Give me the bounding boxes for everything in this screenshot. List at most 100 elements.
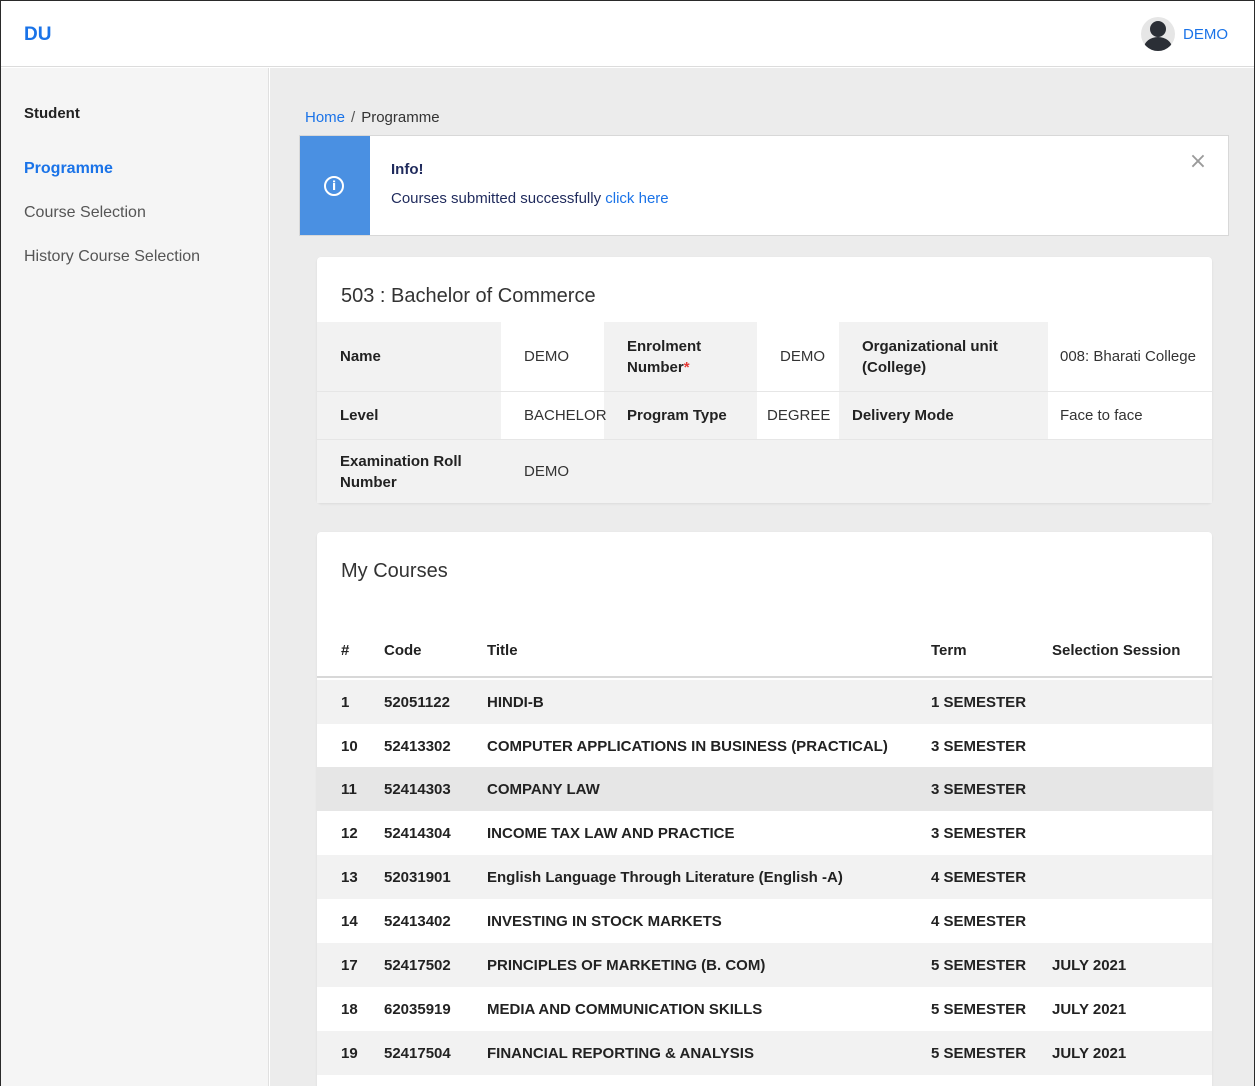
- cell-term: 4 SEMESTER: [931, 869, 1027, 886]
- cell-code: 52417502: [384, 957, 451, 974]
- field-label-org-unit: Organizational unit (College): [862, 337, 998, 376]
- avatar-icon: [1141, 17, 1175, 51]
- cell-code: 52414304: [384, 825, 451, 842]
- cell-title: INCOME TAX LAW AND PRACTICE: [487, 825, 735, 842]
- cell-code: 52031901: [384, 869, 451, 886]
- cell-title: FINANCIAL REPORTING & ANALYSIS: [487, 1045, 754, 1062]
- cell-code: 52414303: [384, 781, 451, 798]
- cell-num: 12: [341, 825, 358, 842]
- brand-logo[interactable]: DU: [24, 24, 51, 46]
- cell-title: PRINCIPLES OF MARKETING (B. COM): [487, 957, 766, 974]
- programme-title: 503 : Bachelor of Commerce: [341, 285, 596, 307]
- breadcrumb-home-link[interactable]: Home: [305, 109, 345, 126]
- table-row: 12 52414304 INCOME TAX LAW AND PRACTICE 3 S…: [317, 811, 1212, 855]
- programme-row: Examination Roll Number DEMO: [317, 439, 1212, 503]
- cell-term: 5 SEMESTER: [931, 957, 1027, 974]
- cell-title: HINDI-B: [487, 694, 544, 711]
- cell-title: INVESTING IN STOCK MARKETS: [487, 913, 722, 930]
- cell-title: MEDIA AND COMMUNICATION SKILLS: [487, 1001, 763, 1018]
- sidebar-item-history-course-selection[interactable]: History Course Selection: [24, 248, 200, 266]
- info-alert: i Info! Courses submitted successfully c…: [299, 135, 1229, 236]
- table-row: 10 52413302 COMPUTER APPLICATIONS IN BUSIN…: [317, 724, 1212, 768]
- table-row: 11 52414303 COMPANY LAW 3 SEMESTER: [317, 767, 1212, 811]
- programme-card: 503 : Bachelor of Commerce Name DEMO Enr…: [317, 257, 1212, 503]
- cell-title: English Language Through Literature (Eng…: [487, 869, 843, 886]
- table-row: 19 52417504 FINANCIAL REPORTING & ANALYSIS…: [317, 1031, 1212, 1075]
- enrolment-label-text: Enrolment Number: [627, 337, 702, 376]
- cell-num: 1: [341, 694, 350, 711]
- cell-num: 19: [341, 1045, 358, 1062]
- field-value-exam-roll: DEMO: [524, 463, 569, 480]
- courses-title: My Courses: [341, 560, 448, 582]
- programme-details-table: Name DEMO Enrolment Number* DEMO Organiz…: [317, 322, 1212, 503]
- user-menu[interactable]: DEMO: [1141, 16, 1228, 52]
- field-label-exam-roll: Examination Roll Number: [340, 452, 462, 491]
- cell-num: 11: [341, 781, 357, 798]
- programme-row: Name DEMO Enrolment Number* DEMO Organiz…: [317, 322, 1212, 391]
- cell-code: 52413302: [384, 738, 451, 755]
- col-header-title: Title: [487, 642, 518, 659]
- cell-session: JULY 2021: [1052, 1001, 1127, 1018]
- cell-code: 52051122: [384, 694, 450, 711]
- breadcrumb-separator: /: [351, 109, 356, 126]
- table-row: 17 52417502 PRINCIPLES OF MARKETING (B. CO…: [317, 943, 1212, 987]
- courses-table-header: # Code Title Term Selection Session: [317, 642, 1212, 678]
- programme-row: Level BACHELOR Program Type DEGREE Deliv…: [317, 391, 1212, 439]
- cell-term: 5 SEMESTER: [931, 1045, 1027, 1062]
- field-value-org-unit: 008: Bharati College: [1048, 322, 1212, 391]
- cell-title: COMPANY LAW: [487, 781, 600, 798]
- info-icon: i: [324, 176, 344, 196]
- cell-session: JULY 2021: [1052, 1045, 1127, 1062]
- field-label-level: Level: [340, 407, 379, 424]
- table-row: 13 52031901 English Language Through Liter…: [317, 855, 1212, 899]
- cell-num: 18: [341, 1001, 358, 1018]
- cell-term: 1 SEMESTER: [931, 694, 1027, 711]
- courses-card: My Courses # Code Title Term Selection S…: [317, 532, 1212, 1086]
- cell-num: 13: [341, 869, 358, 886]
- close-icon[interactable]: ×: [1188, 151, 1208, 173]
- field-value-delivery-mode: Face to face: [1048, 392, 1212, 439]
- cell-term: 4 SEMESTER: [931, 913, 1027, 930]
- cell-num: 17: [341, 957, 358, 974]
- breadcrumb-current: Programme: [361, 109, 440, 126]
- col-header-num: #: [341, 642, 350, 659]
- sidebar-item-programme[interactable]: Programme: [24, 160, 113, 178]
- field-value-level: BACHELOR: [501, 392, 607, 439]
- alert-message: Courses submitted successfully click her…: [391, 190, 669, 207]
- top-bar: DU DEMO: [1, 1, 1254, 67]
- table-row: 2012033903SOFT SKILLS5 SEMESTERJULY 2021: [317, 1075, 1212, 1086]
- sidebar-section-title: Student: [24, 105, 80, 122]
- field-label-program-type: Program Type: [627, 407, 727, 424]
- cell-title: COMPUTER APPLICATIONS IN BUSINESS (PRACT…: [487, 738, 888, 755]
- cell-term: 3 SEMESTER: [931, 825, 1027, 842]
- cell-num: 10: [341, 738, 358, 755]
- sidebar: Student Programme Course Selection Histo…: [1, 68, 269, 1086]
- main-content: Home / Programme i Info! Courses submitted…: [270, 68, 1254, 1086]
- field-value-enrolment: DEMO: [757, 322, 839, 391]
- cell-code: 52413402: [384, 913, 451, 930]
- field-label-enrolment: Enrolment Number*: [604, 336, 757, 378]
- field-value-program-type: DEGREE: [757, 392, 839, 439]
- field-label-name: Name: [340, 348, 381, 365]
- breadcrumb: Home / Programme: [305, 109, 440, 126]
- alert-click-here-link[interactable]: click here: [605, 190, 668, 207]
- cell-term: 3 SEMESTER: [931, 781, 1027, 798]
- table-row: 18 62035919 MEDIA AND COMMUNICATION SKILLS…: [317, 987, 1212, 1031]
- cell-num: 14: [341, 913, 358, 930]
- cell-term: 5 SEMESTER: [931, 1001, 1027, 1018]
- cell-term: 3 SEMESTER: [931, 738, 1027, 755]
- table-row: 14 52413402 INVESTING IN STOCK MARKETS 4 SE…: [317, 899, 1212, 943]
- col-header-session: Selection Session: [1052, 642, 1181, 659]
- alert-title: Info!: [391, 161, 424, 178]
- alert-message-text: Courses submitted successfully: [391, 190, 602, 207]
- sidebar-item-course-selection[interactable]: Course Selection: [24, 204, 146, 222]
- cell-code: 52417504: [384, 1045, 451, 1062]
- col-header-code: Code: [384, 642, 422, 659]
- user-name: DEMO: [1183, 25, 1228, 43]
- table-row: 1 52051122 HINDI-B 1 SEMESTER: [317, 680, 1212, 724]
- col-header-term: Term: [931, 642, 967, 659]
- required-marker: *: [683, 358, 690, 376]
- cell-session: JULY 2021: [1052, 957, 1127, 974]
- field-value-name: DEMO: [501, 322, 604, 391]
- field-label-delivery-mode: Delivery Mode: [852, 407, 954, 424]
